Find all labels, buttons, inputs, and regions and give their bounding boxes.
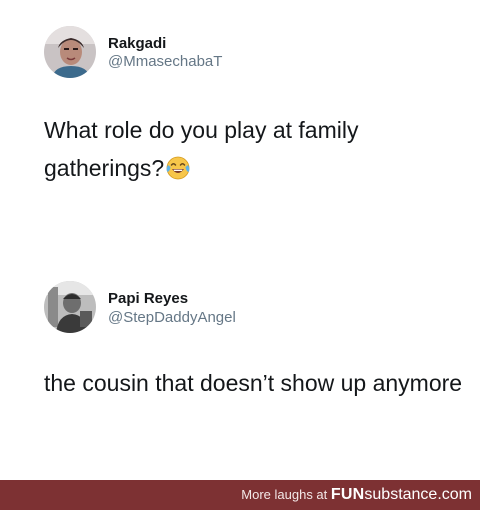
avatar-photo	[44, 26, 96, 78]
avatar-photo	[44, 281, 96, 333]
brand-substance: substance	[364, 486, 438, 503]
tweet-body: What role do you play at family gatherin…	[44, 117, 359, 181]
tweet-original: Rakgadi @MmasechabaT What role do you pl…	[0, 0, 480, 250]
brand-fun: FUN	[330, 486, 365, 503]
user-handle[interactable]: @StepDaddyAngel	[108, 309, 236, 326]
avatar[interactable]	[44, 26, 96, 78]
footer-credit[interactable]: More laughs at FUNsubstance.com	[241, 480, 472, 510]
tweet-text: What role do you play at family gatherin…	[44, 111, 464, 187]
tears-of-joy-emoji-icon	[166, 156, 190, 180]
display-name[interactable]: Rakgadi	[108, 35, 166, 52]
footer-lead-text: More laughs at	[241, 487, 328, 502]
tweet-text: the cousin that doesn’t show up anymore	[44, 370, 463, 396]
footer-banner[interactable]: More laughs at FUNsubstance.com	[0, 480, 480, 510]
tweet-reply: Papi Reyes @StepDaddyAngel the cousin th…	[0, 250, 480, 480]
avatar[interactable]	[44, 281, 96, 333]
display-name[interactable]: Papi Reyes	[108, 290, 188, 307]
user-handle[interactable]: @MmasechabaT	[108, 53, 222, 70]
brand-domain-suffix: .com	[437, 486, 472, 503]
